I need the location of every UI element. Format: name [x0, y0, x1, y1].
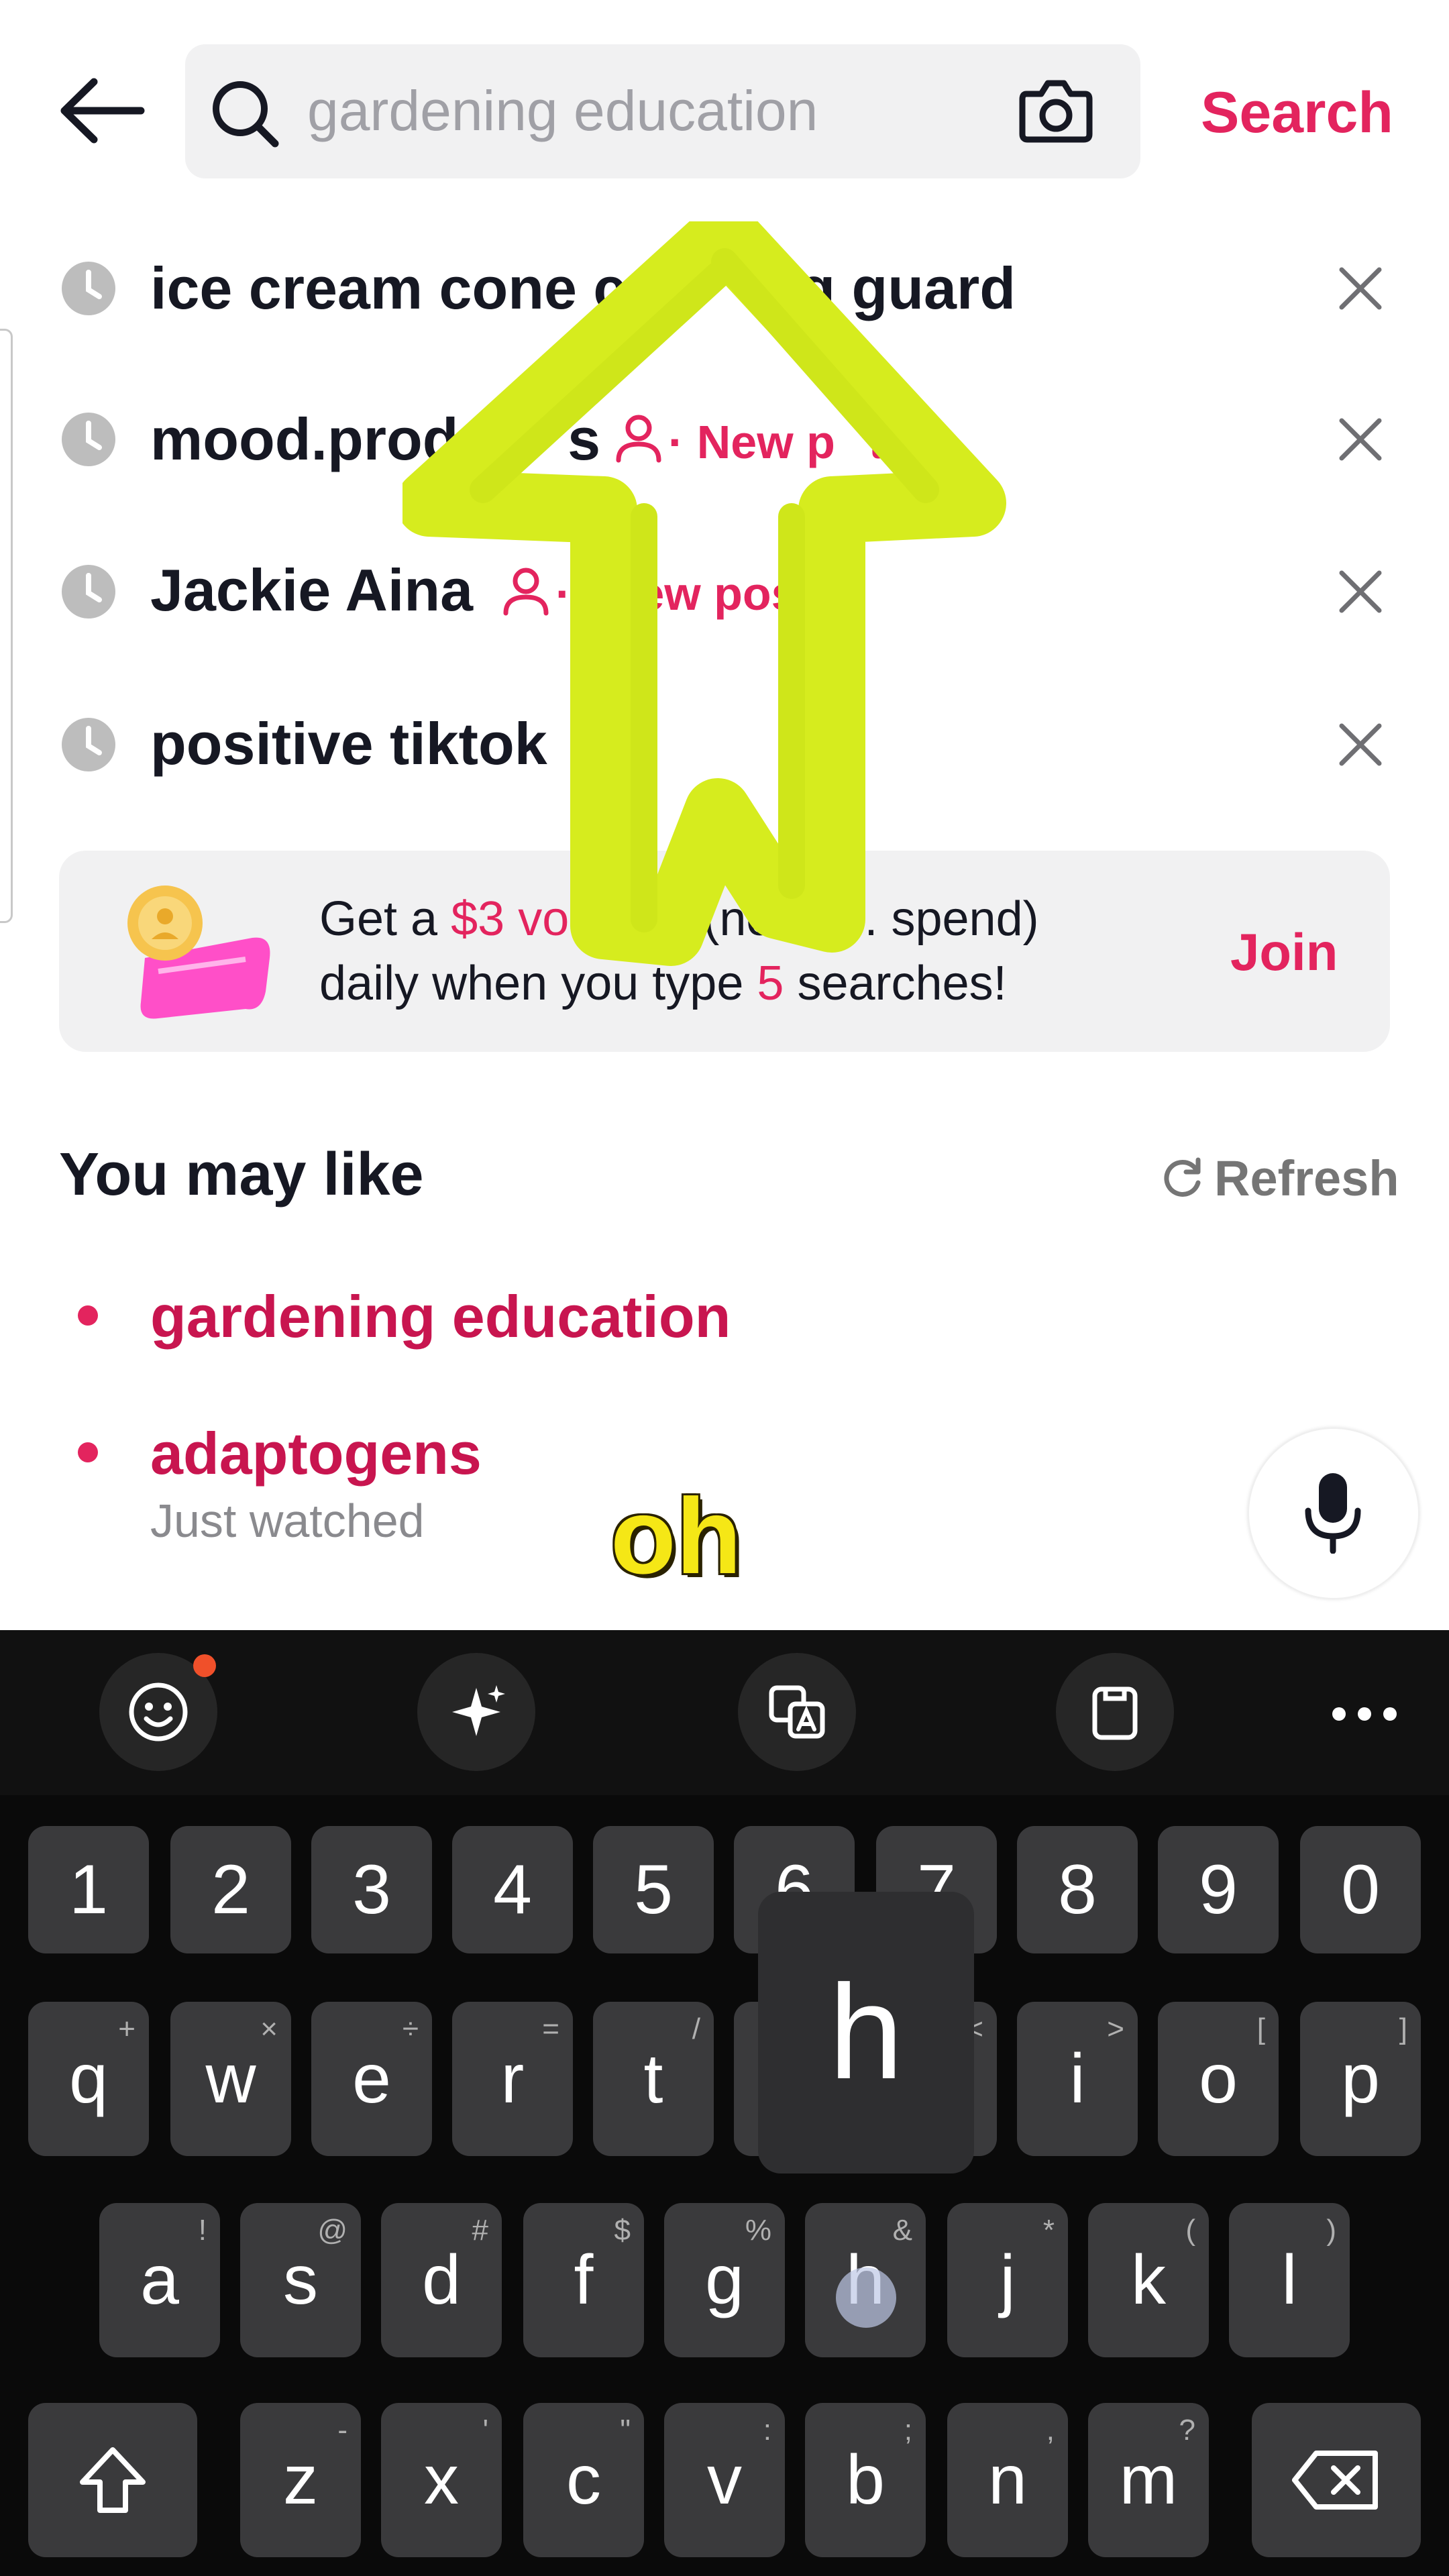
emoji-icon — [129, 1682, 188, 1741]
key-2[interactable]: 2 — [170, 1826, 291, 1953]
key-9[interactable]: 9 — [1158, 1826, 1279, 1953]
key-l[interactable]: l) — [1229, 2203, 1350, 2357]
ai-writing-button[interactable] — [417, 1653, 535, 1771]
suggestion-bullet — [78, 1442, 98, 1462]
translate-button[interactable] — [738, 1653, 856, 1771]
key-f[interactable]: f $ — [523, 2203, 644, 2357]
key-press-popup: h — [758, 1892, 974, 2174]
remove-history-close-icon[interactable] — [1334, 565, 1387, 619]
microphone-icon — [1305, 1473, 1361, 1554]
history-text: Jackie Aina — [150, 557, 474, 623]
key-m[interactable]: m? — [1088, 2403, 1209, 2557]
notification-dot — [193, 1654, 216, 1677]
translate-icon — [769, 1685, 825, 1739]
sparkle-ai-icon — [452, 1685, 505, 1736]
key-0[interactable]: 0 — [1300, 1826, 1421, 1953]
camera-search-icon[interactable] — [1017, 74, 1095, 148]
more-icon[interactable] — [1319, 1677, 1410, 1751]
key-q[interactable]: q + — [28, 2002, 149, 2156]
refresh-button[interactable]: Refresh — [1161, 1144, 1399, 1212]
suggestion-subtitle: Just watched — [150, 1495, 425, 1547]
shift-arrow-icon — [80, 2447, 146, 2513]
key-4[interactable]: 4 — [452, 1826, 573, 1953]
new-posts-label: · ew post — [555, 568, 813, 620]
search-button[interactable]: Search — [1201, 72, 1393, 153]
join-button[interactable]: Join — [1230, 915, 1338, 989]
key-3[interactable]: 3 — [311, 1826, 432, 1953]
key-e[interactable]: e ÷ — [311, 2002, 432, 2156]
shift-key[interactable] — [28, 2403, 197, 2557]
key-8[interactable]: 8 — [1017, 1826, 1138, 1953]
voucher-text-line1: Get a $3 voucher (no min. spend) — [319, 892, 1039, 946]
key-g[interactable]: g% — [664, 2203, 785, 2357]
key-b[interactable]: b; — [805, 2403, 926, 2557]
history-text: ice cream cone cr ng guard — [150, 255, 1016, 321]
key-z[interactable]: z- — [240, 2403, 361, 2557]
search-input[interactable] — [307, 67, 978, 154]
new-posts-label: · New p ts — [668, 416, 911, 468]
key-i[interactable]: i > — [1017, 2002, 1138, 2156]
key-d[interactable]: d # — [381, 2203, 502, 2357]
suggestion-bullet — [78, 1305, 98, 1326]
voucher-text-line2: daily when you type 5 searches! — [319, 957, 1007, 1010]
key-s[interactable]: s @ — [240, 2203, 361, 2357]
suggestion-item[interactable]: gardening education — [150, 1280, 731, 1354]
key-n[interactable]: n, — [947, 2403, 1068, 2557]
you-may-like-heading: You may like — [59, 1141, 424, 1208]
back-arrow-icon — [60, 78, 145, 144]
remove-history-close-icon[interactable] — [1334, 718, 1387, 771]
history-clock-icon — [62, 413, 115, 466]
history-clock-icon — [62, 718, 115, 771]
clipboard-button[interactable] — [1056, 1653, 1174, 1771]
backspace-key[interactable] — [1252, 2403, 1421, 2557]
touch-indicator — [836, 2267, 896, 2328]
key-a[interactable]: a! — [99, 2203, 220, 2357]
search-icon — [208, 76, 282, 150]
remove-history-close-icon[interactable] — [1334, 262, 1387, 315]
history-text: mood.produc s — [150, 406, 601, 472]
history-clock-icon — [62, 565, 115, 619]
backspace-icon — [1292, 2451, 1378, 2510]
user-account-icon — [616, 415, 661, 463]
refresh-label: Refresh — [1214, 1150, 1399, 1206]
key-5[interactable]: 5 — [593, 1826, 714, 1953]
key-x[interactable]: x ' — [381, 2403, 502, 2557]
key-t[interactable]: t / — [593, 2002, 714, 2156]
key-k[interactable]: k( — [1088, 2203, 1209, 2357]
key-r[interactable]: r = — [452, 2002, 573, 2156]
voucher-coin-ticket-icon — [127, 885, 270, 1019]
key-o[interactable]: o[ — [1158, 2002, 1279, 2156]
remove-history-close-icon[interactable] — [1334, 413, 1387, 466]
video-caption: oh — [610, 1476, 742, 1596]
refresh-icon — [1164, 1157, 1201, 1197]
history-text: positive tiktok — [150, 710, 547, 777]
key-v[interactable]: v: — [664, 2403, 785, 2557]
key-c[interactable]: c " — [523, 2403, 644, 2557]
user-account-icon — [503, 568, 549, 616]
key-w[interactable]: w × — [170, 2002, 291, 2156]
clipboard-icon — [1092, 1686, 1138, 1740]
back-button[interactable] — [54, 74, 148, 148]
history-clock-icon — [62, 262, 115, 315]
key-1[interactable]: 1 — [28, 1826, 149, 1953]
suggestion-item[interactable]: adaptogens — [150, 1417, 482, 1491]
keyboard-toolbar — [0, 1630, 1449, 1795]
key-j[interactable]: j * — [947, 2203, 1068, 2357]
key-p[interactable]: p] — [1300, 2002, 1421, 2156]
